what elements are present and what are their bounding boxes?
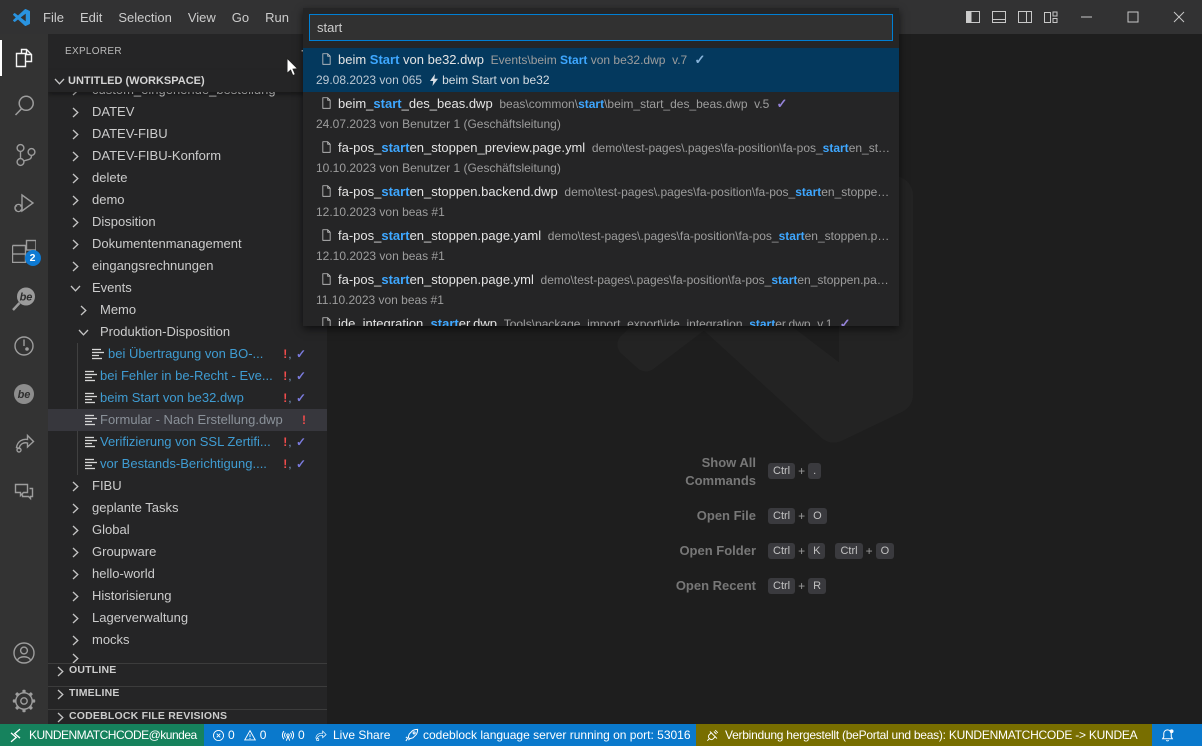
svg-text:be: be — [18, 389, 31, 401]
svg-text:be: be — [20, 292, 33, 304]
